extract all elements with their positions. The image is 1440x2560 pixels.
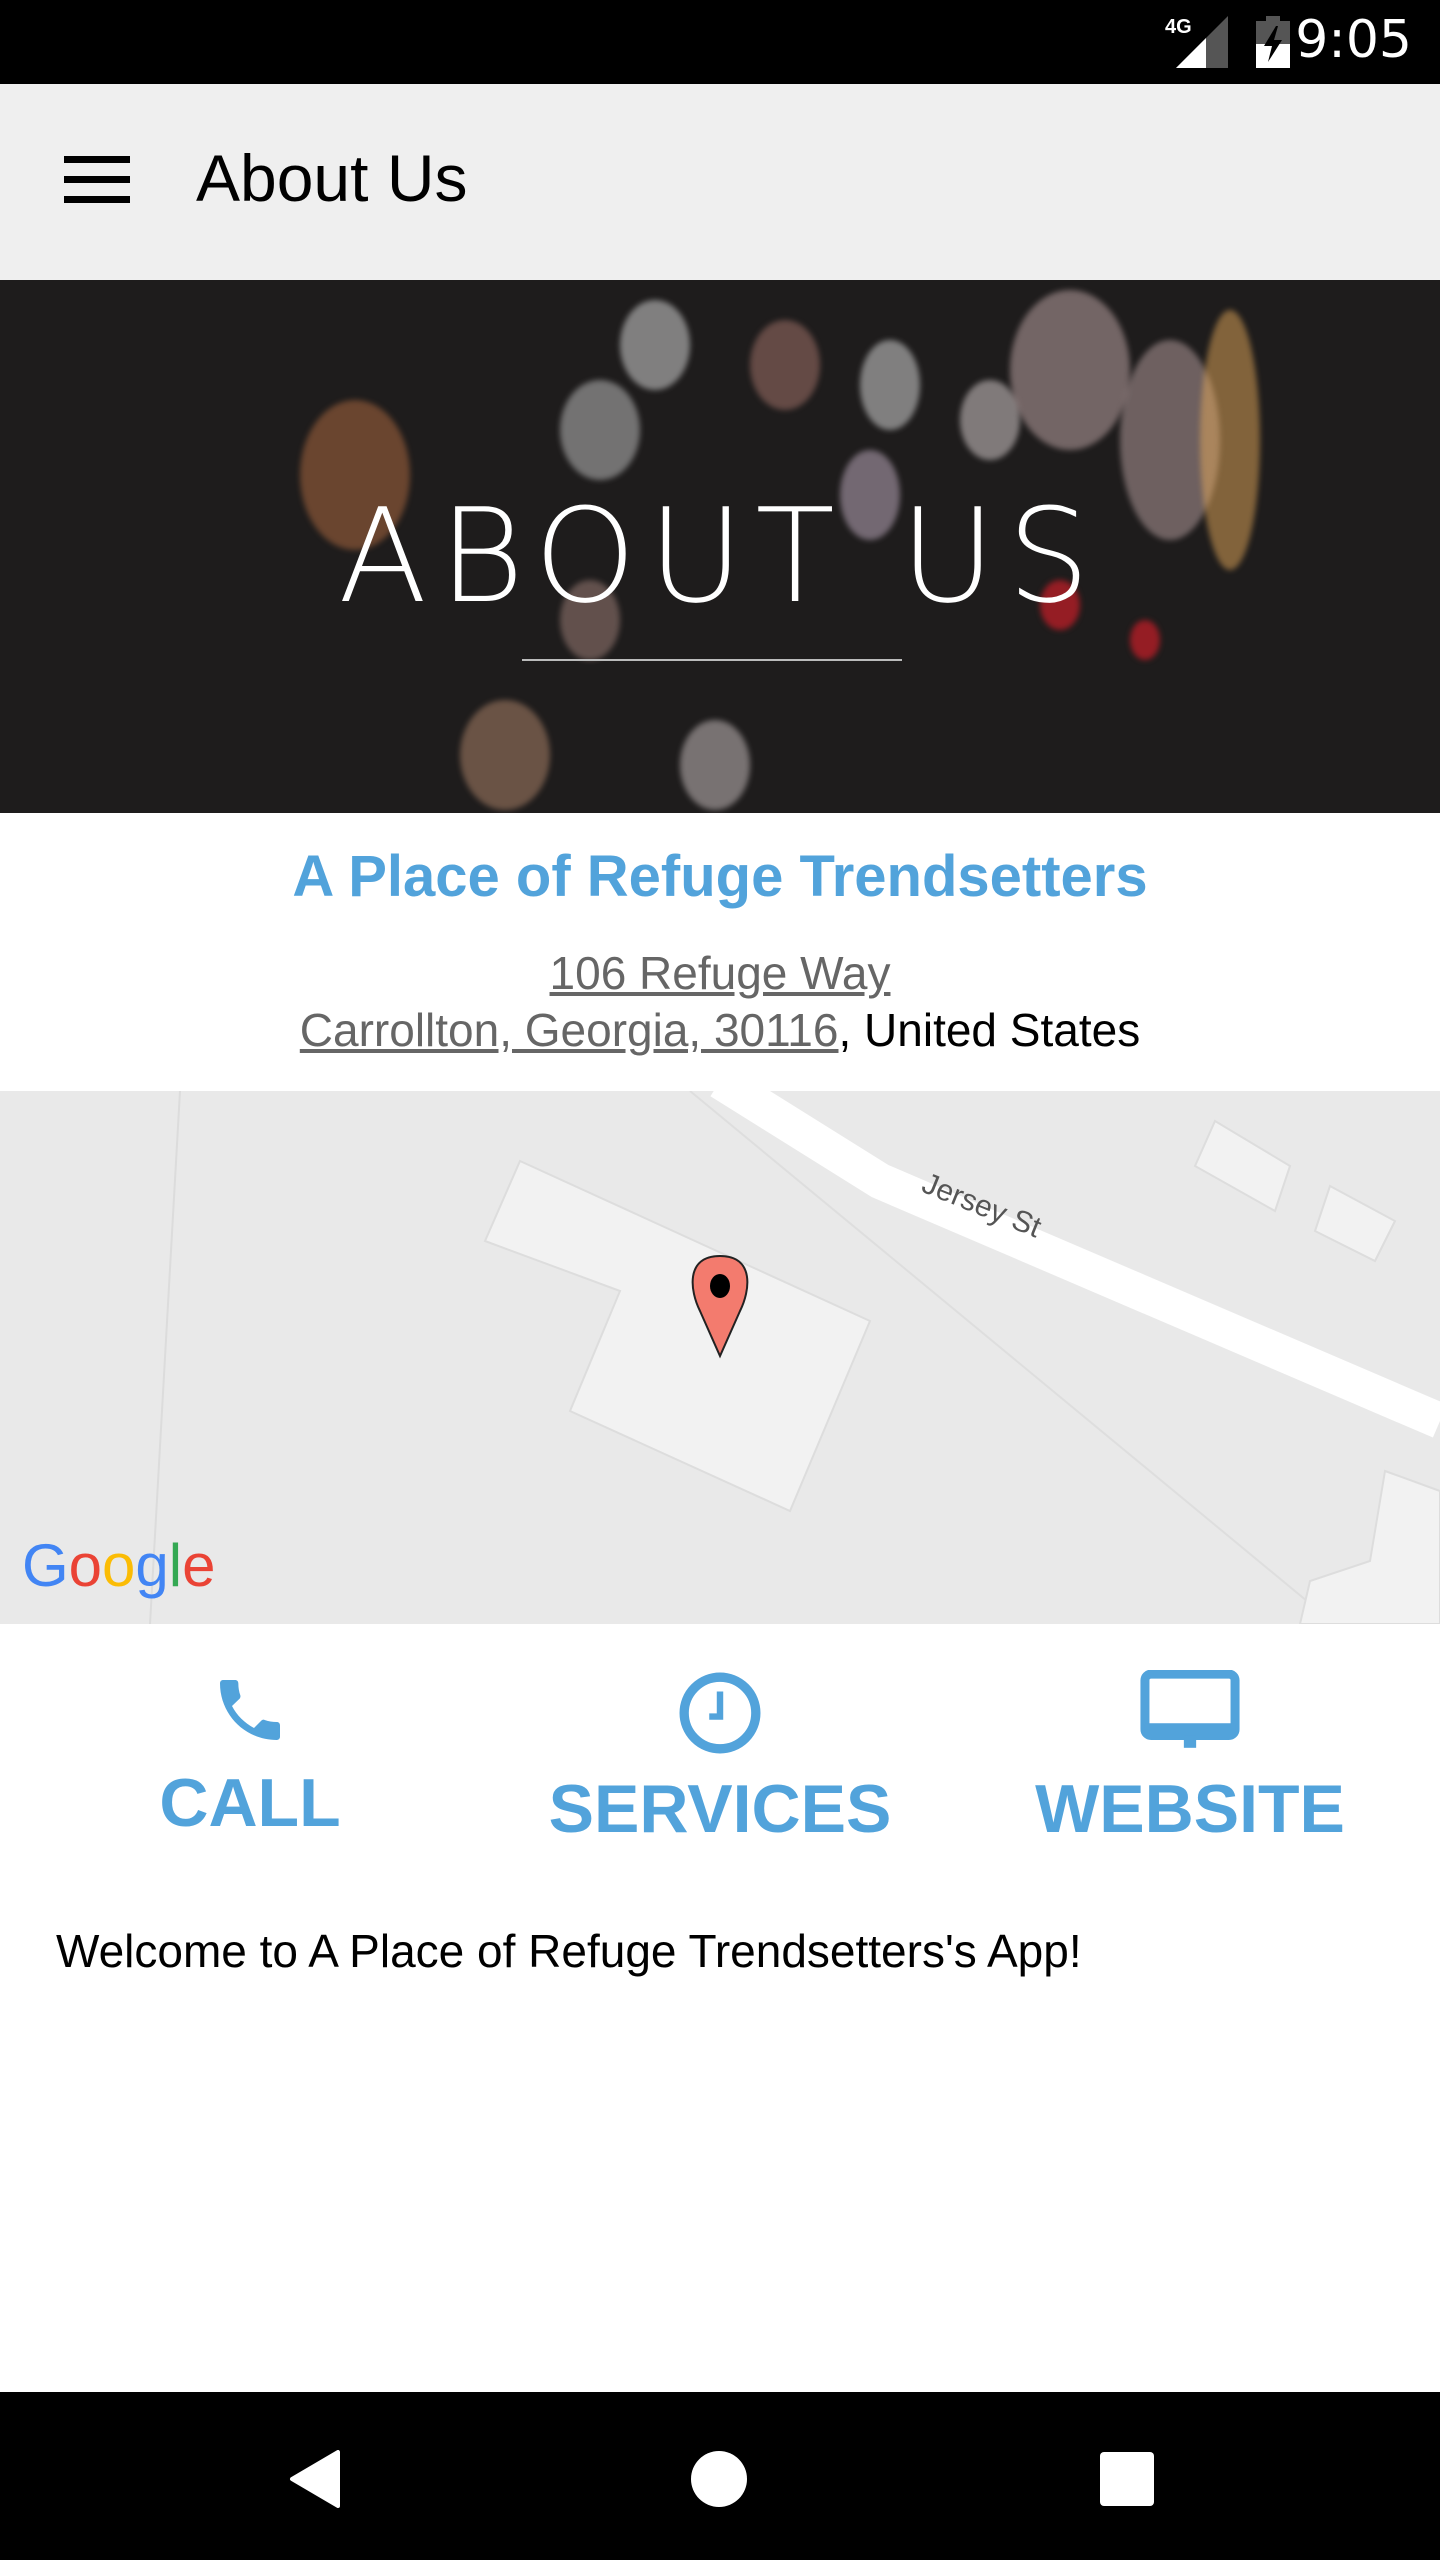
- hero-banner: ABOUT US: [0, 280, 1440, 813]
- app-bar: About Us: [0, 84, 1440, 280]
- map-canvas: Jersey St: [149, 1091, 1440, 1624]
- clock: 9:05: [1295, 10, 1412, 70]
- status-bar: 4G 9:05: [0, 0, 1440, 84]
- bokeh-light: [460, 700, 550, 810]
- map-view[interactable]: Jersey St Google: [0, 1091, 1440, 1624]
- bokeh-light: [620, 300, 690, 390]
- phone-icon: [220, 1680, 280, 1740]
- battery-charging-icon: [1256, 16, 1290, 68]
- country-text: , United States: [838, 1004, 1141, 1056]
- bokeh-light: [1010, 290, 1130, 450]
- address-line-2: Carrollton, Georgia, 30116, United State…: [0, 1003, 1440, 1057]
- map-building: [1298, 1469, 1440, 1624]
- welcome-text: Welcome to A Place of Refuge Trendsetter…: [56, 1925, 1082, 1977]
- city-address-link[interactable]: Carrollton, Georgia, 30116: [300, 1004, 839, 1056]
- services-label: SERVICES: [548, 1771, 892, 1847]
- bokeh-light: [680, 720, 750, 810]
- google-logo: Google: [22, 1532, 216, 1599]
- call-button[interactable]: CALL: [50, 1624, 450, 1842]
- home-icon[interactable]: [690, 2450, 748, 2508]
- system-nav-bar: [0, 2392, 1440, 2560]
- website-button[interactable]: WEBSITE: [990, 1624, 1390, 1848]
- address-line-1: 106 Refuge Way: [0, 946, 1440, 1000]
- map-building: [1193, 1119, 1292, 1213]
- signal-icon: [1176, 16, 1228, 68]
- bokeh-light: [750, 320, 820, 410]
- bokeh-light: [560, 380, 640, 480]
- website-label: WEBSITE: [1035, 1771, 1345, 1847]
- street-address-link[interactable]: 106 Refuge Way: [550, 947, 891, 999]
- call-label: CALL: [159, 1765, 341, 1841]
- bokeh-light: [960, 380, 1020, 460]
- hero-divider: [522, 659, 902, 661]
- bokeh-light: [860, 340, 920, 430]
- back-icon[interactable]: [288, 2450, 340, 2508]
- business-name: A Place of Refuge Trendsetters: [292, 844, 1148, 909]
- map-building: [1313, 1184, 1397, 1263]
- clock-icon: [679, 1672, 761, 1754]
- recents-icon[interactable]: [1100, 2452, 1154, 2506]
- map-building: [483, 1159, 872, 1513]
- monitor-icon: [1140, 1670, 1240, 1748]
- page-title: About Us: [196, 141, 468, 215]
- business-info: A Place of Refuge Trendsetters 106 Refug…: [0, 813, 1440, 1091]
- hero-title: ABOUT US: [338, 480, 1102, 632]
- services-button[interactable]: SERVICES: [520, 1624, 920, 1848]
- action-buttons: CALL SERVICES WEBSITE: [0, 1624, 1440, 1874]
- hamburger-menu-icon[interactable]: [64, 156, 130, 208]
